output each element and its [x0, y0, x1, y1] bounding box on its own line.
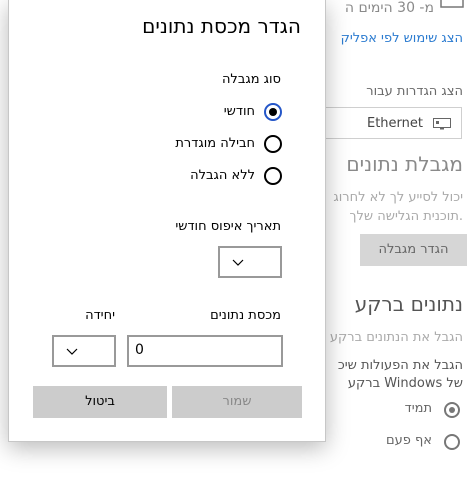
- usage-per-app-link[interactable]: הצג שימוש לפי אפליק: [341, 31, 463, 46]
- cancel-button[interactable]: ביטול: [33, 386, 167, 418]
- reset-date-dropdown[interactable]: [218, 246, 282, 278]
- background-data-heading: נתונים ברקע: [354, 292, 463, 316]
- unit-dropdown[interactable]: [52, 335, 116, 367]
- background-data-description: הגבל את הנתונים ברקע: [329, 330, 463, 345]
- set-data-limit-dialog: הגדר מכסת נתונים סוג מגבלה חודשי חבילה מ…: [8, 0, 326, 442]
- data-quota-input[interactable]: 0: [127, 335, 283, 367]
- one-time-radio-label: חבילה מוגדרת: [175, 136, 255, 151]
- never-radio-label: אף פעם: [385, 433, 432, 448]
- background-data-description-2: הגבל את הפעולות שיכ: [337, 358, 463, 373]
- limit-type-label: סוג מגבלה: [221, 72, 281, 87]
- data-limit-description-2: .תוכנית הגלישה שלך: [349, 209, 463, 224]
- never-radio[interactable]: [444, 434, 460, 450]
- network-select[interactable]: Ethernet: [310, 107, 462, 139]
- usage-period-text: מ- 30 הימים ה: [344, 0, 434, 16]
- ethernet-icon: [433, 118, 451, 130]
- always-radio-label: תמיד: [404, 401, 432, 416]
- data-quota-label: מכסת נתונים: [210, 308, 281, 323]
- data-limit-heading: מגבלת נתונים: [346, 152, 463, 176]
- set-limit-button[interactable]: הגדר מגבלה: [360, 234, 467, 266]
- unlimited-radio[interactable]: [264, 167, 282, 185]
- show-settings-for-label: הצג הגדרות עבור: [366, 84, 463, 99]
- monthly-radio-label: חודשי: [223, 104, 255, 119]
- save-button[interactable]: שמור: [172, 386, 302, 418]
- computer-icon: [440, 0, 464, 8]
- chevron-down-icon: [66, 348, 78, 355]
- data-limit-description: יכול לסייע לך לא לחרוג: [333, 190, 463, 205]
- unit-label: יחידה: [85, 308, 115, 323]
- monthly-radio[interactable]: [264, 103, 282, 121]
- network-select-value: Ethernet: [367, 116, 423, 131]
- dialog-title: הגדר מכסת נתונים: [142, 14, 301, 38]
- background-data-description-3: של Windows ברקע: [347, 376, 463, 391]
- one-time-radio[interactable]: [264, 135, 282, 153]
- reset-date-label: תאריך איפוס חודשי: [175, 219, 281, 234]
- always-radio[interactable]: [444, 402, 460, 418]
- unlimited-radio-label: ללא הגבלה: [190, 168, 255, 183]
- chevron-down-icon: [232, 259, 244, 266]
